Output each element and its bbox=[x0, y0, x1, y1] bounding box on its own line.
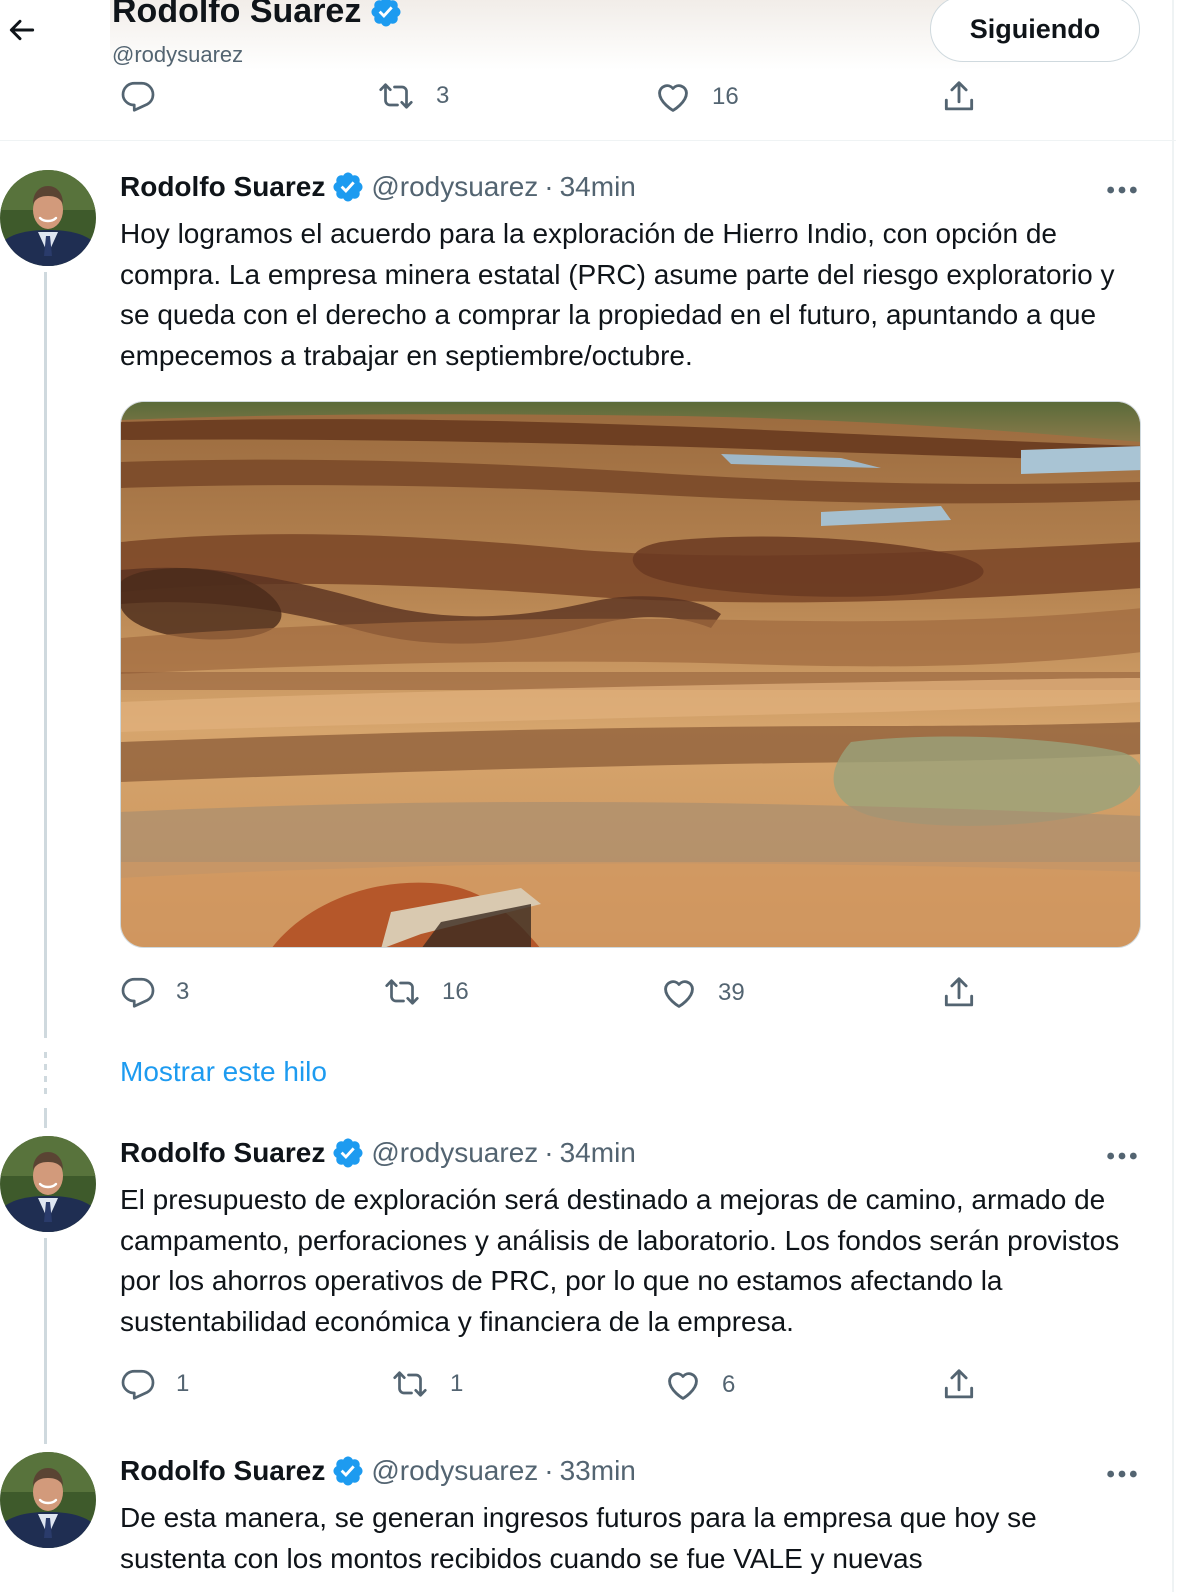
thread-gap-dots bbox=[44, 1052, 47, 1096]
tweet-text: Hoy logramos el acuerdo para la explorac… bbox=[120, 218, 1115, 371]
avatar[interactable] bbox=[0, 1452, 96, 1548]
reply-icon bbox=[120, 974, 156, 1010]
more-options-icon[interactable] bbox=[1102, 1464, 1142, 1484]
back-arrow-icon[interactable] bbox=[4, 12, 40, 48]
author-handle[interactable]: @rodysuarez bbox=[371, 1137, 538, 1169]
thread-connector bbox=[44, 272, 47, 1038]
verified-badge-icon bbox=[331, 170, 365, 204]
tweet-timestamp[interactable]: 33min bbox=[560, 1455, 636, 1487]
following-button[interactable]: Siguiendo bbox=[930, 0, 1140, 62]
author-name[interactable]: Rodolfo Suarez bbox=[120, 171, 325, 203]
thread-connector bbox=[44, 1108, 47, 1128]
share-button[interactable] bbox=[940, 1366, 978, 1404]
avatar[interactable] bbox=[0, 170, 96, 266]
separator-dot: · bbox=[544, 1137, 554, 1168]
tweet-header: Rodolfo Suarez @rodysuarez · 34min bbox=[120, 170, 636, 204]
like-icon bbox=[660, 974, 698, 1012]
retweet-icon bbox=[382, 974, 422, 1010]
share-icon bbox=[940, 974, 978, 1012]
separator-dot: · bbox=[544, 171, 554, 202]
header-display-name: Rodolfo Suarez bbox=[112, 0, 403, 31]
tweet-header: Rodolfo Suarez @rodysuarez · 34min bbox=[120, 1136, 636, 1170]
author-handle[interactable]: @rodysuarez bbox=[371, 171, 538, 203]
reply-button[interactable]: 1 bbox=[120, 1366, 189, 1402]
header-name-text: Rodolfo Suarez bbox=[112, 0, 362, 30]
show-thread-link[interactable]: Mostrar este hilo bbox=[120, 1056, 327, 1088]
reply-count: 1 bbox=[176, 1370, 190, 1397]
author-name[interactable]: Rodolfo Suarez bbox=[120, 1137, 325, 1169]
verified-badge-icon bbox=[331, 1136, 365, 1170]
like-icon bbox=[654, 78, 692, 116]
retweet-button[interactable]: 3 bbox=[376, 78, 449, 114]
reply-count: 3 bbox=[176, 978, 190, 1005]
retweet-icon bbox=[390, 1366, 430, 1402]
like-button[interactable]: 39 bbox=[660, 974, 745, 1012]
header-handle: @rodysuarez bbox=[112, 42, 244, 67]
tweet-text: De esta manera, se generan ingresos futu… bbox=[120, 1502, 1037, 1574]
tweet-timestamp[interactable]: 34min bbox=[560, 171, 636, 203]
separator-dot: · bbox=[544, 1455, 554, 1486]
reply-button[interactable] bbox=[120, 78, 156, 114]
author-name[interactable]: Rodolfo Suarez bbox=[120, 1455, 325, 1487]
retweet-count: 1 bbox=[450, 1370, 464, 1397]
like-button[interactable]: 16 bbox=[654, 78, 739, 116]
like-count: 6 bbox=[722, 1371, 736, 1398]
like-button[interactable]: 6 bbox=[664, 1366, 735, 1404]
like-count: 16 bbox=[712, 83, 739, 110]
retweet-count: 3 bbox=[436, 82, 450, 109]
avatar[interactable] bbox=[0, 1136, 96, 1232]
tweet-media-image[interactable] bbox=[120, 401, 1141, 948]
tweet-timestamp[interactable]: 34min bbox=[560, 1137, 636, 1169]
reply-icon bbox=[120, 1366, 156, 1402]
more-options-icon[interactable] bbox=[1102, 180, 1142, 200]
thread-connector bbox=[44, 1238, 47, 1444]
retweet-icon bbox=[376, 78, 416, 114]
reply-icon bbox=[120, 78, 156, 114]
like-icon bbox=[664, 1366, 702, 1404]
like-count: 39 bbox=[718, 979, 745, 1006]
tweet-header: Rodolfo Suarez @rodysuarez · 33min bbox=[120, 1454, 636, 1488]
retweet-button[interactable]: 16 bbox=[382, 974, 469, 1010]
share-button[interactable] bbox=[940, 974, 978, 1012]
retweet-button[interactable]: 1 bbox=[390, 1366, 463, 1402]
share-button[interactable] bbox=[940, 78, 978, 116]
retweet-count: 16 bbox=[442, 978, 469, 1005]
reply-button[interactable]: 3 bbox=[120, 974, 189, 1010]
verified-badge-icon bbox=[331, 1454, 365, 1488]
share-icon bbox=[940, 1366, 978, 1404]
author-handle[interactable]: @rodysuarez bbox=[371, 1455, 538, 1487]
tweet-text: El presupuesto de exploración será desti… bbox=[120, 1184, 1120, 1337]
share-icon bbox=[940, 78, 978, 116]
column-border bbox=[1172, 0, 1174, 1592]
verified-badge-icon bbox=[369, 0, 403, 29]
more-options-icon[interactable] bbox=[1102, 1146, 1142, 1166]
